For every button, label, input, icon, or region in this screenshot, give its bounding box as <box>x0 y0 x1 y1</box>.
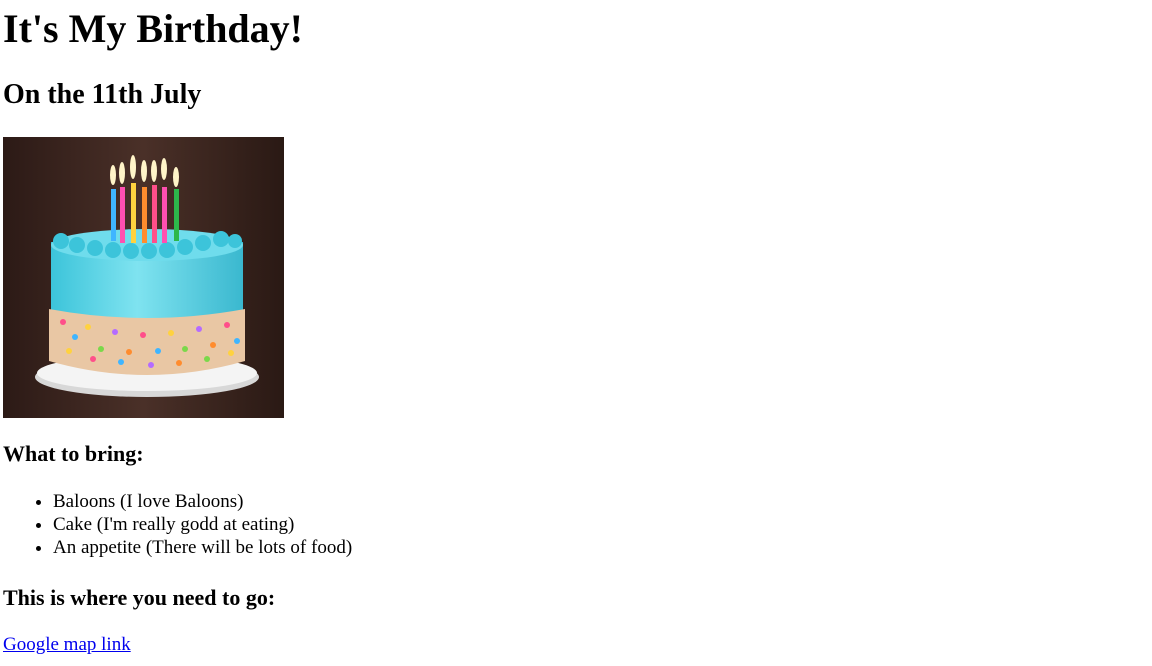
list-item: Baloons (I love Baloons) <box>53 490 352 513</box>
date-heading: On the 11th July <box>3 79 202 110</box>
google-map-link[interactable]: Google map link <box>3 633 131 656</box>
bring-list: Baloons (I love Baloons) Cake (I'm reall… <box>3 490 352 559</box>
birthday-cake-image <box>3 137 284 418</box>
list-item: An appetite (There will be lots of food) <box>53 536 352 559</box>
directions-heading: This is where you need to go: <box>3 585 276 610</box>
list-item: Cake (I'm really godd at eating) <box>53 513 352 536</box>
bring-heading: What to bring: <box>3 441 144 466</box>
page-title: It's My Birthday! <box>3 6 303 51</box>
